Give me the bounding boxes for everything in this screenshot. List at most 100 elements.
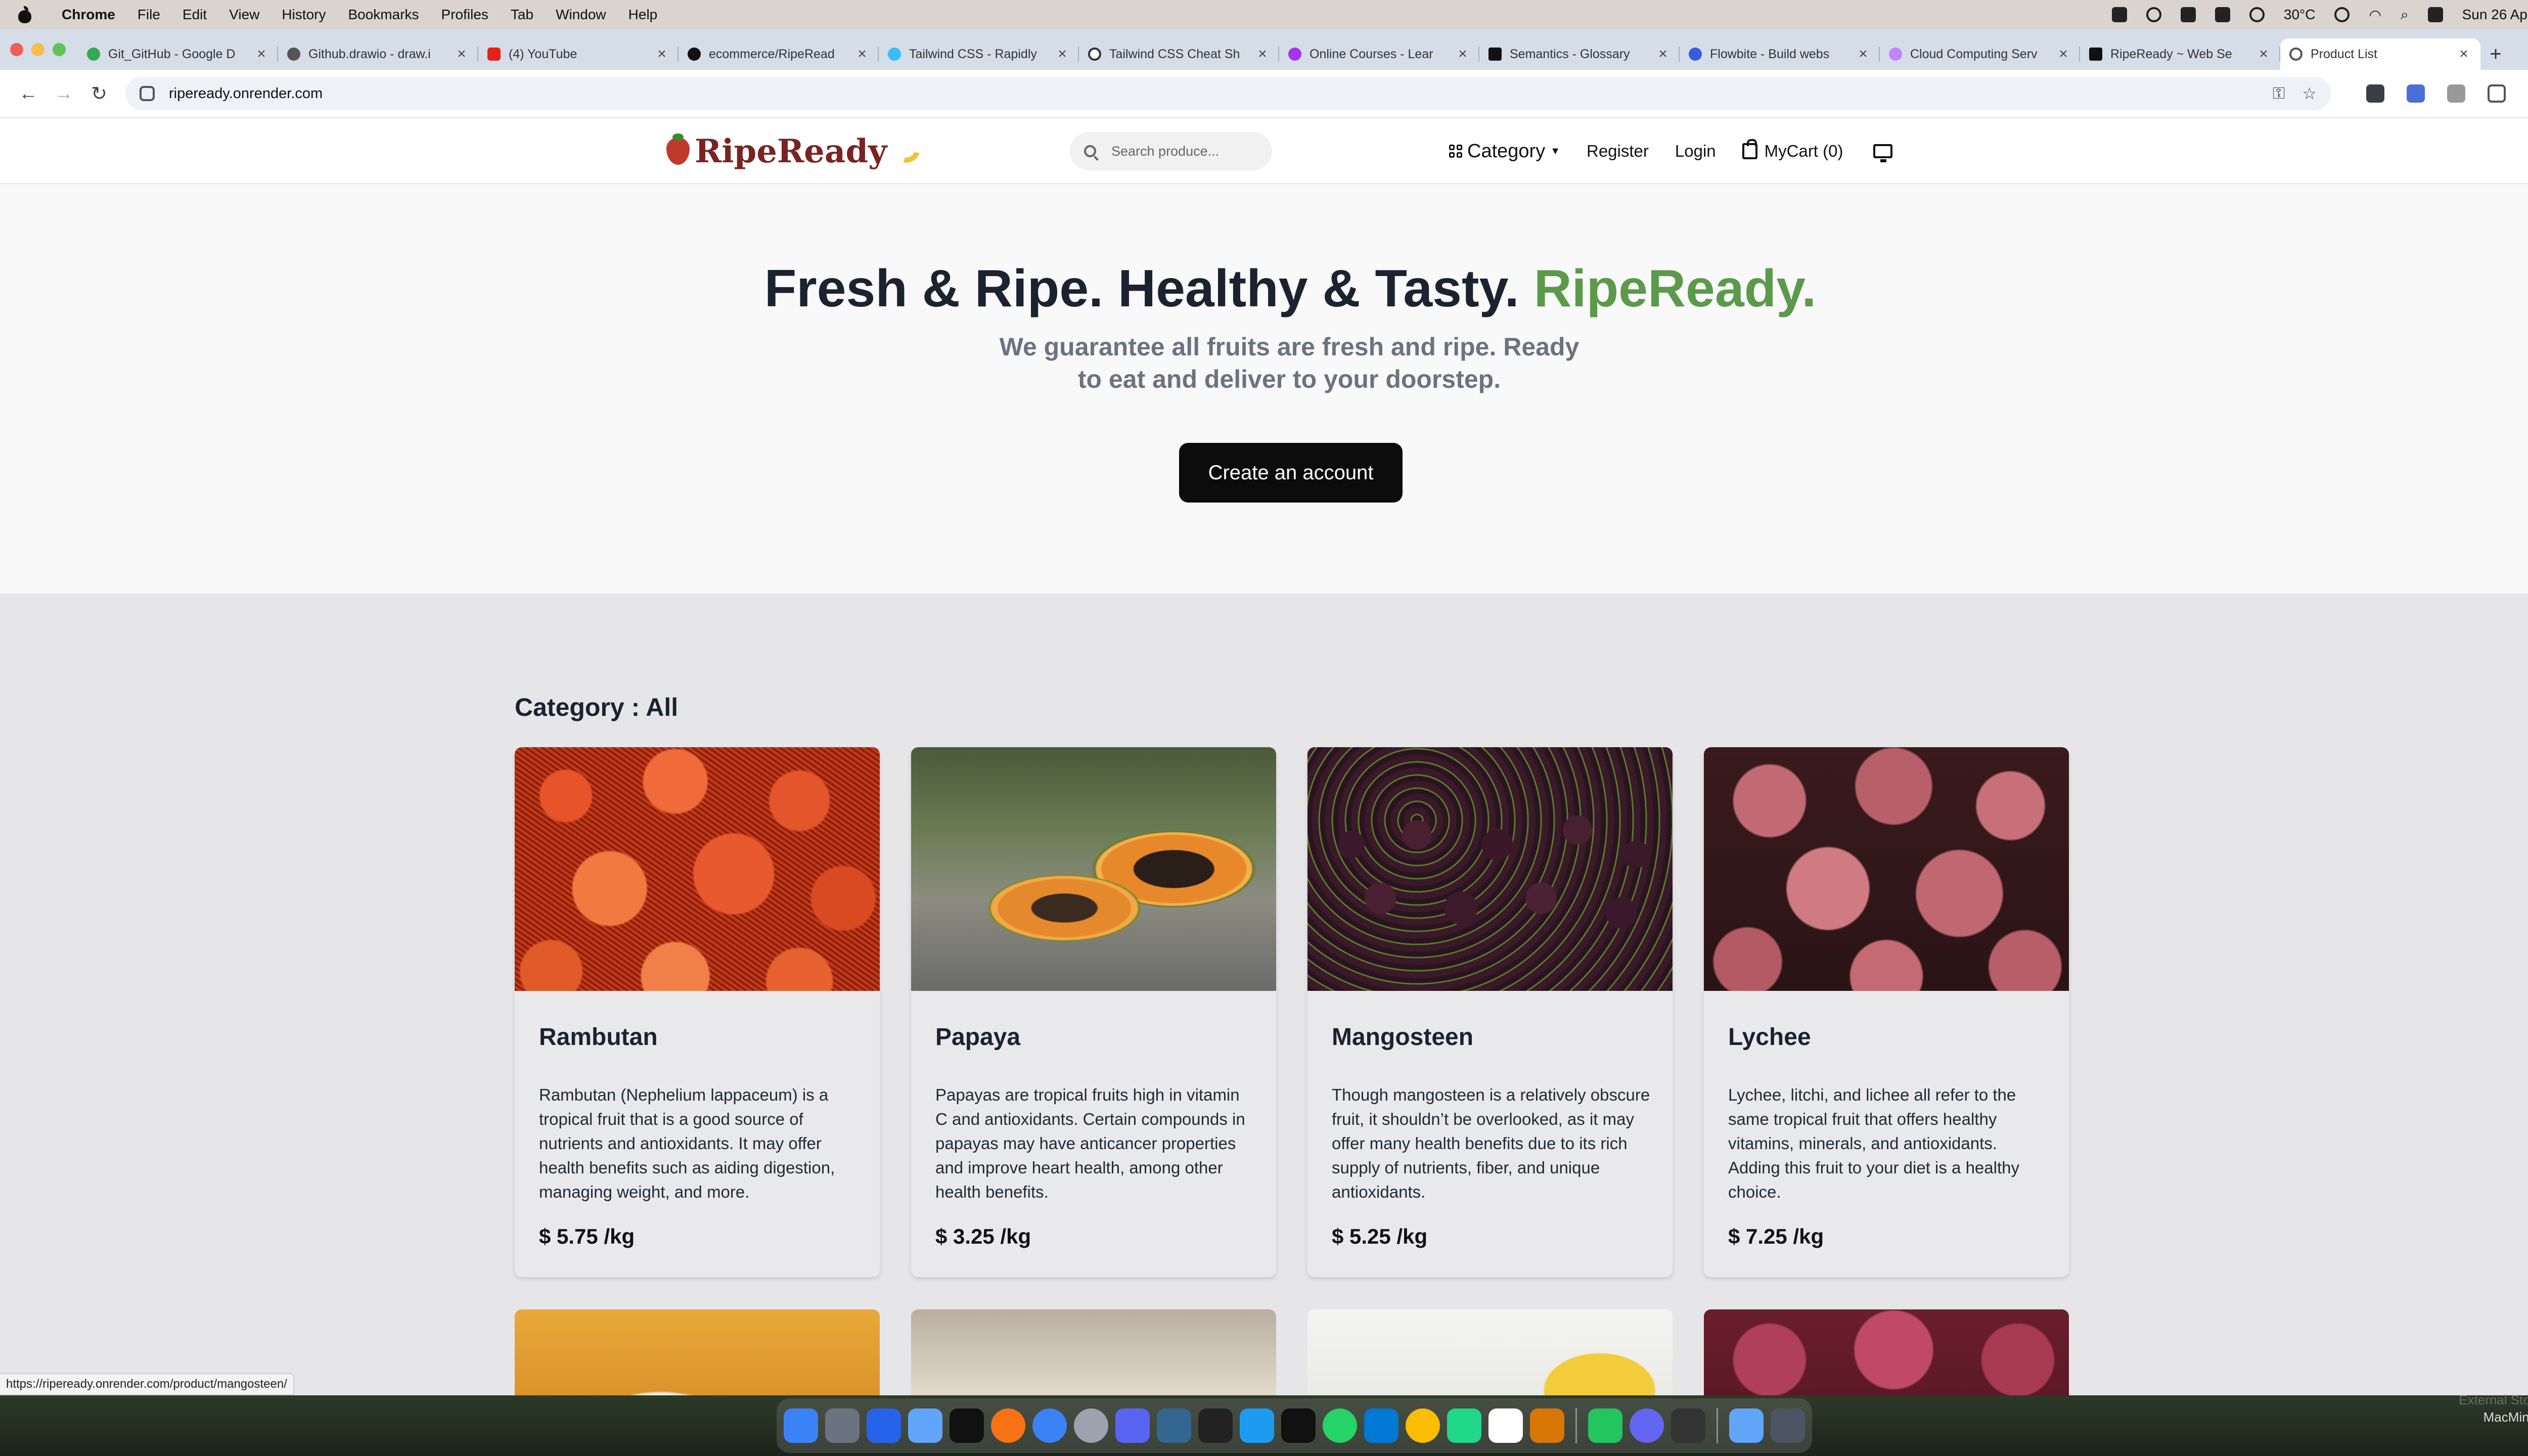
close-tab-icon[interactable]: × xyxy=(1255,46,1270,63)
product-name[interactable]: Lychee xyxy=(1728,1023,1811,1051)
product-card-mangosteen[interactable]: Mangosteen Though mangosteen is a relati… xyxy=(1307,747,1673,1277)
close-tab-icon[interactable]: × xyxy=(854,46,870,63)
tab-tailwind-cheatsheet[interactable]: Tailwind CSS Cheat Sh × xyxy=(1079,38,1279,70)
creative-cloud-icon[interactable] xyxy=(2334,7,2350,22)
app-status-icon[interactable] xyxy=(2146,7,2161,22)
product-name[interactable]: Papaya xyxy=(935,1023,1020,1051)
close-tab-icon[interactable]: × xyxy=(2256,46,2271,63)
trash-icon[interactable] xyxy=(1771,1408,1805,1443)
product-image[interactable] xyxy=(515,747,880,991)
back-button[interactable]: ← xyxy=(13,78,43,109)
menu-profiles[interactable]: Profiles xyxy=(441,7,488,23)
tray-app-icon[interactable] xyxy=(2180,7,2196,22)
claude-icon[interactable] xyxy=(1530,1408,1564,1443)
tab-product-list[interactable]: Product List × xyxy=(2280,38,2480,70)
discord-icon[interactable] xyxy=(1115,1408,1150,1443)
app-store-icon[interactable] xyxy=(867,1408,901,1443)
product-card-rambutan[interactable]: Rambutan Rambutan (Nephelium lappaceum) … xyxy=(515,747,880,1277)
tab-semantics[interactable]: Semantics - Glossary × xyxy=(1479,38,1680,70)
menu-app-name[interactable]: Chrome xyxy=(62,7,115,23)
menu-bookmarks[interactable]: Bookmarks xyxy=(348,7,419,23)
site-info-icon[interactable] xyxy=(140,86,155,101)
product-card-partial[interactable] xyxy=(1704,1309,2069,1395)
notion-icon[interactable] xyxy=(1488,1408,1523,1443)
whatsapp-icon[interactable] xyxy=(1323,1408,1357,1443)
close-tab-icon[interactable]: × xyxy=(1856,46,1871,63)
extensions-puzzle-icon[interactable] xyxy=(2488,84,2506,103)
close-tab-icon[interactable]: × xyxy=(1455,46,1470,63)
register-link[interactable]: Register xyxy=(1587,142,1649,161)
category-dropdown[interactable]: Category ▼ xyxy=(1449,141,1560,162)
control-center-icon[interactable] xyxy=(2427,7,2443,22)
create-account-button[interactable]: Create an account xyxy=(1179,443,1403,503)
menu-history[interactable]: History xyxy=(282,7,326,23)
mail-icon[interactable] xyxy=(908,1408,942,1443)
menu-file[interactable]: File xyxy=(138,7,160,23)
product-image[interactable] xyxy=(1307,747,1673,991)
close-tab-icon[interactable]: × xyxy=(1055,46,1070,63)
close-tab-icon[interactable]: × xyxy=(1655,46,1671,63)
product-name[interactable]: Rambutan xyxy=(539,1023,658,1051)
password-key-icon[interactable]: ⚿ xyxy=(2273,84,2285,103)
forward-button[interactable]: → xyxy=(49,78,79,109)
wifi-icon[interactable]: ◠ xyxy=(2369,7,2381,23)
product-card-papaya[interactable]: Papaya Papayas are tropical fruits high … xyxy=(911,747,1276,1277)
cart-link[interactable]: MyCart (0) xyxy=(1742,139,1843,161)
spotlight-search-icon[interactable]: ⌕ xyxy=(2401,7,2409,23)
tab-drawio[interactable]: Github.drawio - draw.i × xyxy=(278,38,478,70)
finder-icon[interactable] xyxy=(784,1408,818,1443)
menu-help[interactable]: Help xyxy=(628,7,658,23)
search-input[interactable] xyxy=(1111,143,1263,159)
product-card-partial[interactable] xyxy=(515,1309,880,1395)
tab-youtube[interactable]: (4) YouTube × xyxy=(478,38,679,70)
menu-window[interactable]: Window xyxy=(556,7,606,23)
postgres-icon[interactable] xyxy=(1157,1408,1191,1443)
window-app-icon[interactable] xyxy=(1671,1408,1705,1443)
terminal-icon[interactable] xyxy=(1281,1408,1316,1443)
new-tab-button[interactable]: + xyxy=(2480,38,2511,70)
tab-github-repo[interactable]: ecommerce/RipeRead × xyxy=(679,38,879,70)
close-tab-icon[interactable]: × xyxy=(2056,46,2071,63)
close-tab-icon[interactable]: × xyxy=(2456,46,2471,63)
extension-icon[interactable] xyxy=(2447,84,2465,103)
product-name[interactable]: Mangosteen xyxy=(1332,1023,1473,1051)
extension-icon[interactable] xyxy=(2407,84,2425,103)
tab-flowbite[interactable]: Flowbite - Build webs × xyxy=(1680,38,1880,70)
webstorm-icon[interactable] xyxy=(950,1408,984,1443)
product-image[interactable] xyxy=(1704,747,2069,991)
downloads-folder-icon[interactable] xyxy=(1729,1408,1764,1443)
weather-temperature[interactable]: 30°C xyxy=(2284,7,2316,23)
tab-git-github[interactable]: Git_GitHub - Google D × xyxy=(78,38,278,70)
product-card-lychee[interactable]: Lychee Lychee, litchi, and lichee all re… xyxy=(1704,747,2069,1277)
numbers-icon[interactable] xyxy=(1588,1408,1622,1443)
bookmark-star-icon[interactable]: ☆ xyxy=(2302,84,2317,103)
reload-button[interactable]: ↻ xyxy=(84,78,114,109)
url-text[interactable]: ripeready.onrender.com xyxy=(169,85,2255,102)
address-bar[interactable]: ripeready.onrender.com ⚿ ☆ xyxy=(125,77,2331,110)
product-search[interactable] xyxy=(1070,132,1272,170)
desktop-drive-label[interactable]: External Storage MacMini xyxy=(2447,1391,2528,1426)
close-tab-icon[interactable]: × xyxy=(654,46,669,63)
firefox-icon[interactable] xyxy=(991,1408,1025,1443)
menu-edit[interactable]: Edit xyxy=(183,7,207,23)
chrome-icon[interactable] xyxy=(1406,1408,1440,1443)
login-link[interactable]: Login xyxy=(1675,142,1716,161)
tab-tailwind[interactable]: Tailwind CSS - Rapidly × xyxy=(879,38,1079,70)
firefox-dev-icon[interactable] xyxy=(1032,1408,1067,1443)
tab-ripeready-render[interactable]: RipeReady ~ Web Se × xyxy=(2080,38,2280,70)
launchpad-icon[interactable] xyxy=(825,1408,860,1443)
pycharm-icon[interactable] xyxy=(1447,1408,1481,1443)
tab-online-courses[interactable]: Online Courses - Lear × xyxy=(1279,38,1479,70)
site-logo[interactable]: RipeReady xyxy=(666,132,924,170)
product-card-partial[interactable] xyxy=(1307,1309,1673,1395)
zoom-window-button[interactable] xyxy=(53,43,66,56)
close-tab-icon[interactable]: × xyxy=(254,46,269,63)
vscode-icon[interactable] xyxy=(1364,1408,1398,1443)
minimize-window-button[interactable] xyxy=(31,43,44,56)
monitor-icon[interactable] xyxy=(1873,144,1893,162)
apple-menu-icon[interactable] xyxy=(17,6,32,23)
safari-icon[interactable] xyxy=(1074,1408,1108,1443)
bitwarden-icon[interactable] xyxy=(1198,1408,1233,1443)
tab-cloud-computing[interactable]: Cloud Computing Serv × xyxy=(1880,38,2080,70)
menu-view[interactable]: View xyxy=(229,7,259,23)
